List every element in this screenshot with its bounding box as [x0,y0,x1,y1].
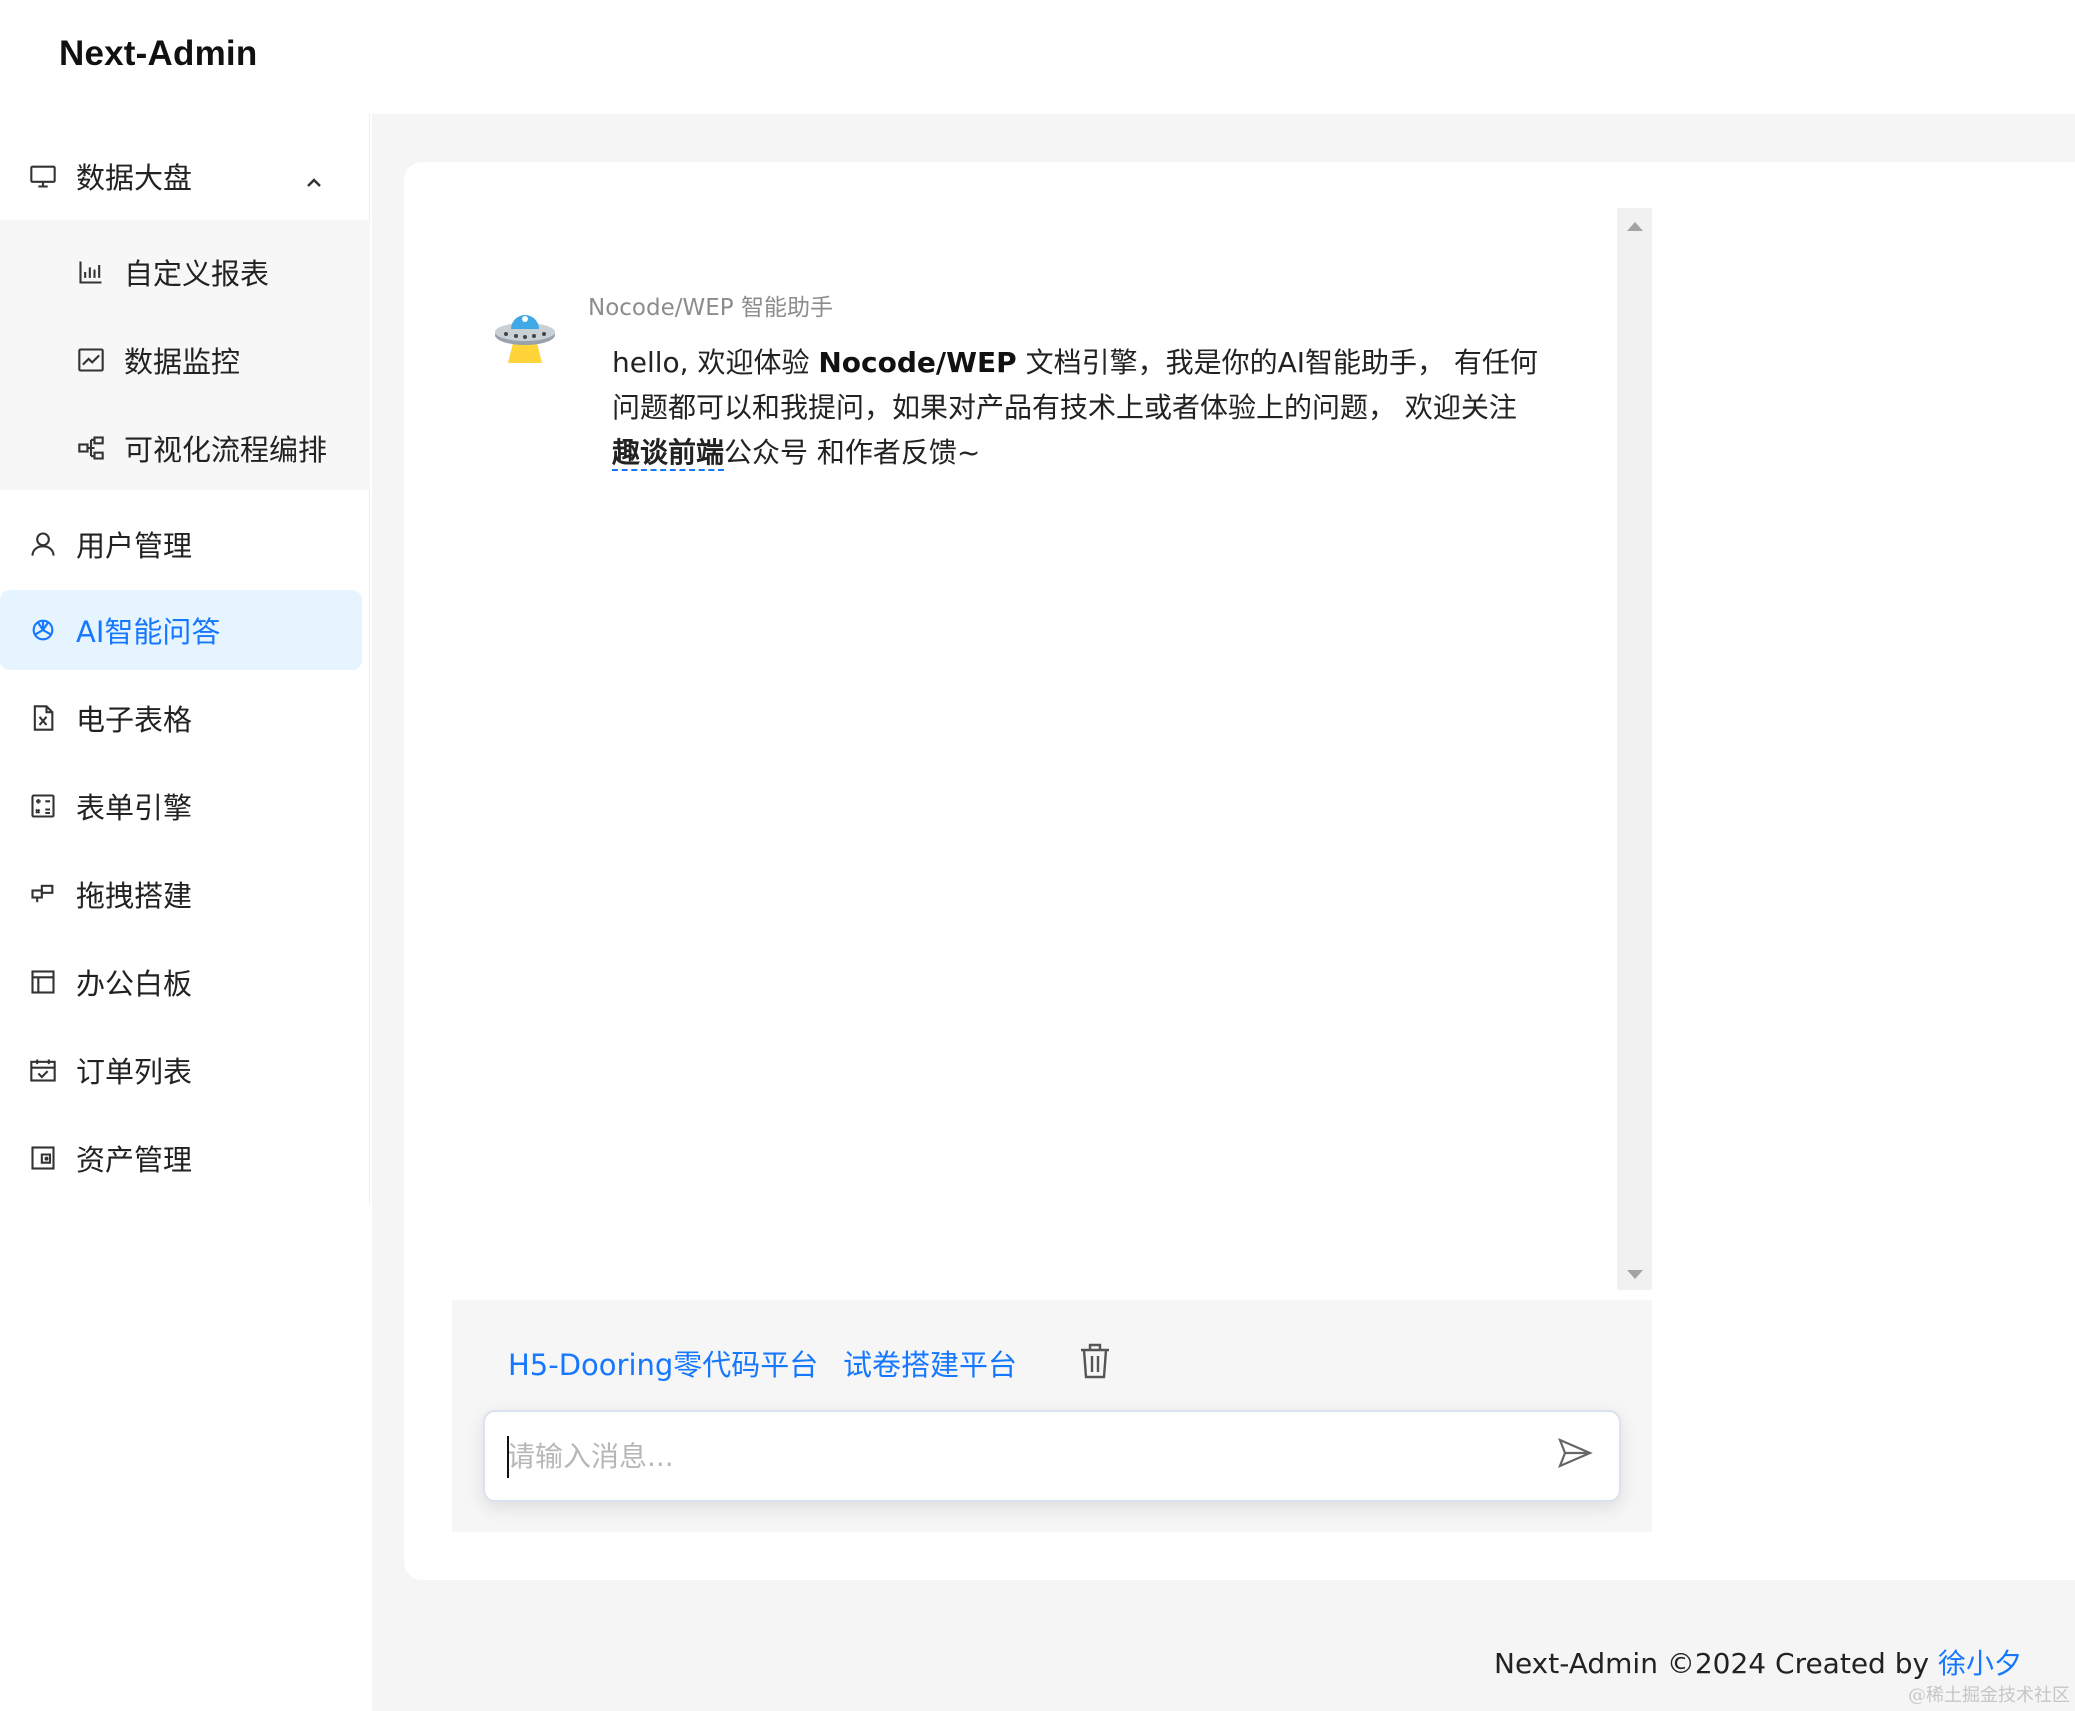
monitor-icon [28,161,58,191]
watermark: @稀土掘金技术社区 [1908,1685,2070,1706]
scroll-down-arrow-icon[interactable] [1627,1270,1643,1279]
sidebar-item-asset-management[interactable]: 资产管理 [0,1118,362,1198]
sidebar-item-data-monitor[interactable]: 数据监控 [0,320,362,400]
bot-message: hello, 欢迎体验 Nocode/WEP 文档引擎，我是你的AI智能助手， … [612,340,1542,475]
sidebar-item-custom-report[interactable]: 自定义报表 [0,232,362,312]
sidebar-item-label: 拖拽搭建 [76,879,193,913]
sidebar-item-user-management[interactable]: 用户管理 [0,504,362,584]
user-icon [28,529,58,559]
excel-file-icon [28,703,58,733]
sidebar-item-label: 资产管理 [76,1143,193,1177]
message-input-box [483,1410,1621,1502]
message-text: hello, 欢迎体验 [612,346,819,379]
flow-icon [76,433,106,463]
message-input[interactable] [507,1434,1507,1478]
openai-icon [28,615,58,645]
wallet-icon [28,1143,58,1173]
message-highlight-text: 趣谈前端 [612,436,725,471]
footer: Next-Admin ©2024 Created by 徐小夕 [1494,1642,2022,1682]
trash-icon[interactable] [1078,1342,1112,1380]
sidebar-item-whiteboard[interactable]: 办公白板 [0,942,362,1022]
app-brand: Next-Admin [59,34,258,73]
bar-chart-icon [76,257,106,287]
ufo-icon [492,305,558,365]
sidebar-group-dashboard[interactable]: 数据大盘 [0,136,362,216]
sidebar-item-ai-qa[interactable]: AI智能问答 [0,590,362,670]
sidebar-item-drag-build[interactable]: 拖拽搭建 [0,854,362,934]
sidebar-item-spreadsheet[interactable]: 电子表格 [0,678,362,758]
message-text: 公众号 和作者反馈~ [724,436,981,469]
sidebar-item-label: 自定义报表 [124,257,270,291]
calculator-icon [28,791,58,821]
quick-link-h5-dooring[interactable]: H5-Dooring零代码平台 [508,1342,818,1384]
sidebar-item-form-engine[interactable]: 表单引擎 [0,766,362,846]
sidebar-item-label: 用户管理 [76,529,193,563]
calendar-check-icon [28,1055,58,1085]
footer-text: Next-Admin ©2024 Created by [1494,1647,1938,1680]
sidebar-item-label: 可视化流程编排 [124,433,328,467]
chat-scrollbar[interactable] [1617,208,1652,1290]
message-bold-text: Nocode/WEP [818,346,1017,379]
sidebar-item-order-list[interactable]: 订单列表 [0,1030,362,1110]
sidebar-item-label: 办公白板 [76,967,193,1001]
blocks-icon [28,879,58,909]
sidebar-group-label: 数据大盘 [76,161,193,195]
chevron-up-icon [304,166,324,187]
quick-link-exam-builder[interactable]: 试卷搭建平台 [843,1342,1017,1384]
bot-name: Nocode/WEP 智能助手 [588,295,833,321]
send-icon[interactable] [1556,1434,1594,1472]
layout-icon [28,967,58,997]
sidebar-item-flow-orchestration[interactable]: 可视化流程编排 [0,408,362,488]
sidebar-item-label: 电子表格 [76,703,193,737]
text-caret [507,1436,509,1478]
scroll-up-arrow-icon[interactable] [1627,222,1643,231]
sidebar-item-label: 订单列表 [76,1055,193,1089]
footer-author-link[interactable]: 徐小夕 [1938,1647,2022,1680]
sidebar-item-label: AI智能问答 [76,615,221,649]
sidebar-item-label: 数据监控 [124,345,241,379]
line-chart-icon [76,345,106,375]
sidebar-item-label: 表单引擎 [76,791,193,825]
sidebar: 数据大盘 自定义报表 数据监控 可视化流程编排 用户管理 AI智能问答 电子表格… [0,114,370,1204]
